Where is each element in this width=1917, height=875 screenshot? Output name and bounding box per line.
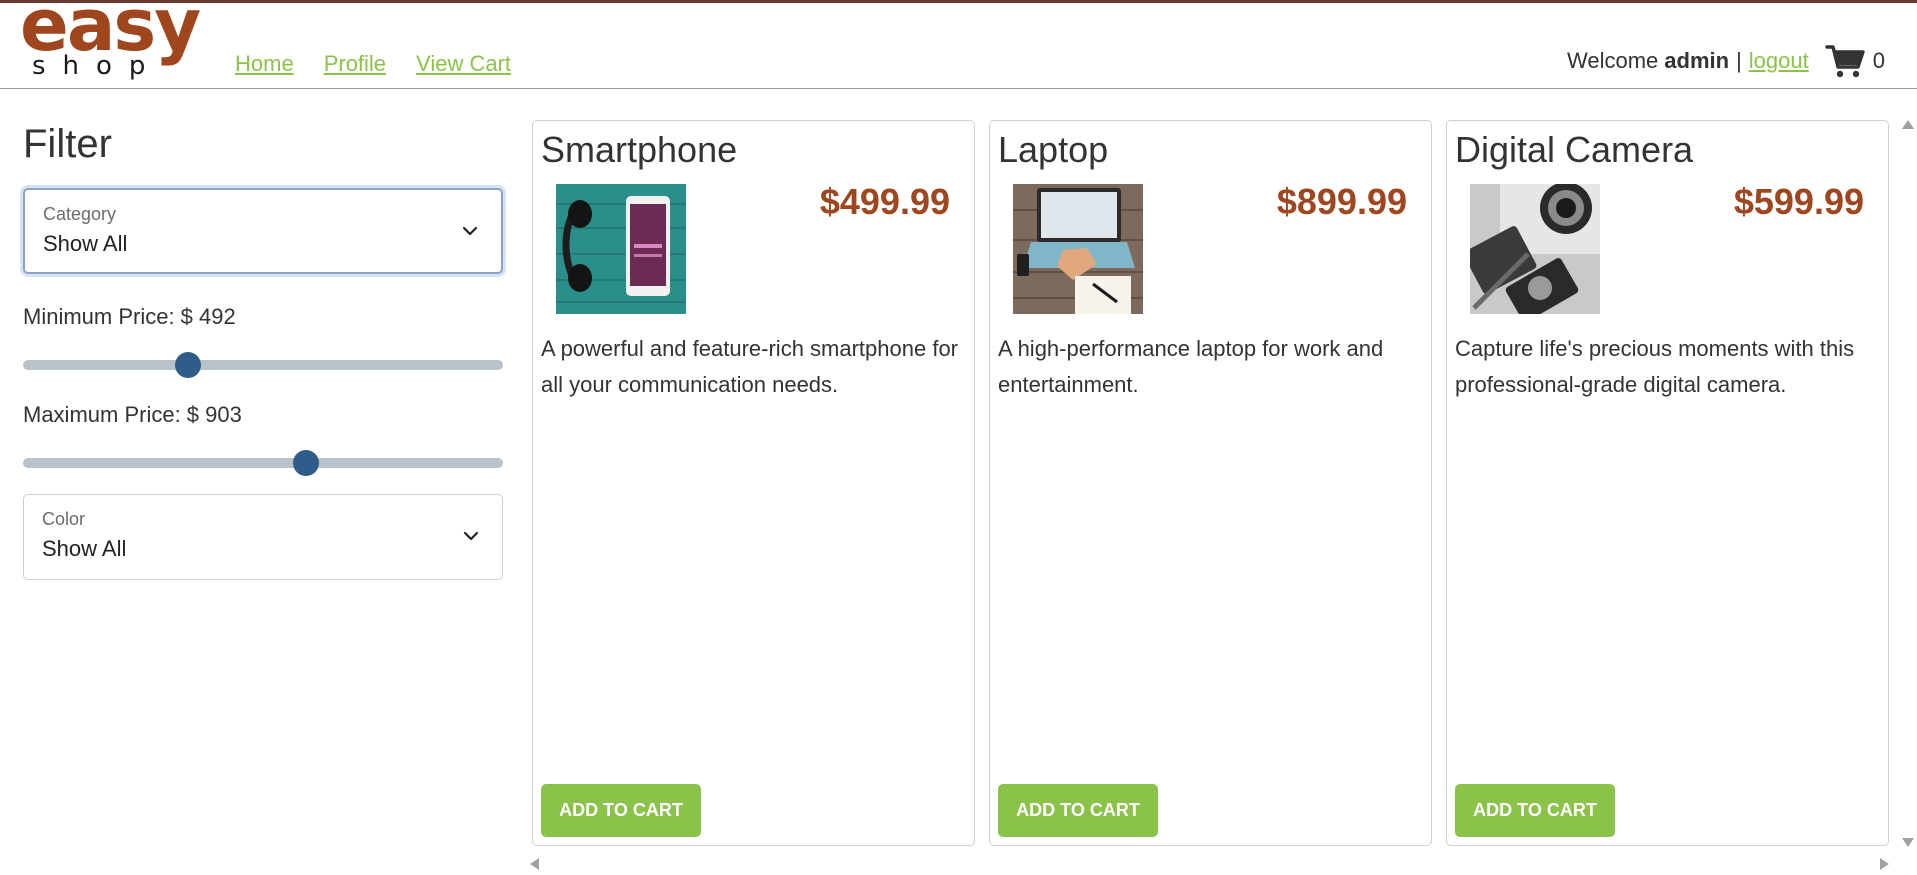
product-price: $899.99	[1276, 181, 1407, 222]
slider-thumb[interactable]	[293, 450, 320, 476]
product-price: $599.99	[1733, 181, 1864, 222]
filter-title: Filter	[23, 122, 112, 166]
logout-link[interactable]: logout	[1749, 48, 1809, 74]
product-price: $499.99	[819, 181, 950, 222]
scroll-left-arrow[interactable]	[530, 858, 539, 870]
max-price-label: Maximum Price: $ 903	[23, 402, 242, 427]
product-description: A powerful and feature-rich smartphone f…	[541, 336, 959, 397]
product-card: Laptop $899.99 A high-performance laptop…	[989, 120, 1432, 846]
logo-word-shop: shop	[32, 51, 163, 81]
nav-profile-link[interactable]: Profile	[324, 51, 386, 77]
color-value: Show All	[42, 536, 127, 561]
easyshop-logo[interactable]: easy shop	[20, 0, 210, 87]
scroll-right-arrow[interactable]	[1880, 858, 1889, 870]
camera-photo	[1470, 184, 1600, 314]
product-card: Digital Camera $599.99 Capture life's pr…	[1446, 120, 1889, 846]
filter-sidebar: Filter Category Show All Minimum Price: …	[23, 120, 503, 580]
min-price-label: Minimum Price: $ 492	[23, 304, 236, 329]
slider-track	[23, 360, 503, 370]
category-label: Category	[43, 204, 117, 224]
slider-thumb[interactable]	[175, 352, 202, 378]
nav-view-cart-link[interactable]: View Cart	[416, 51, 511, 77]
color-label: Color	[42, 509, 86, 529]
add-to-cart-button[interactable]: ADD TO CART	[1455, 784, 1615, 837]
max-price-slider[interactable]	[23, 450, 503, 476]
slider-track	[23, 458, 503, 468]
smartphone-photo	[556, 184, 686, 314]
product-card: Smartphone $499.99 A powerful and featur…	[532, 120, 975, 846]
nav-home-link[interactable]: Home	[235, 51, 294, 77]
separator: |	[1736, 48, 1742, 73]
category-value: Show All	[43, 231, 128, 256]
color-select[interactable]: Color Show All	[23, 494, 503, 580]
chevron-down-icon	[462, 226, 478, 236]
product-description: A high-performance laptop for work and e…	[998, 336, 1384, 397]
cart-button[interactable]: 0	[1825, 43, 1885, 79]
shopping-cart-icon	[1825, 45, 1865, 78]
chevron-down-icon	[463, 531, 479, 541]
main-nav: Home Profile View Cart	[235, 51, 511, 77]
product-name: Digital Camera	[1455, 129, 1694, 170]
scroll-up-arrow[interactable]	[1902, 120, 1914, 129]
laptop-photo	[1013, 184, 1143, 314]
add-to-cart-button[interactable]: ADD TO CART	[541, 784, 701, 837]
user-box: Welcome admin | logout 0	[1567, 43, 1885, 79]
cart-count: 0	[1872, 48, 1885, 73]
product-grid: Smartphone $499.99 A powerful and featur…	[532, 120, 1889, 846]
username: admin	[1664, 48, 1730, 73]
product-name: Smartphone	[541, 129, 738, 170]
min-price-slider[interactable]	[23, 352, 503, 378]
category-select[interactable]: Category Show All	[23, 188, 503, 274]
product-name: Laptop	[998, 129, 1109, 170]
product-description: Capture life's precious moments with thi…	[1455, 336, 1855, 397]
site-header: easy shop Home Profile View Cart Welcome…	[0, 0, 1917, 89]
welcome-text: Welcome	[1566, 48, 1659, 73]
scroll-down-arrow[interactable]	[1902, 838, 1914, 847]
add-to-cart-button[interactable]: ADD TO CART	[998, 784, 1158, 837]
